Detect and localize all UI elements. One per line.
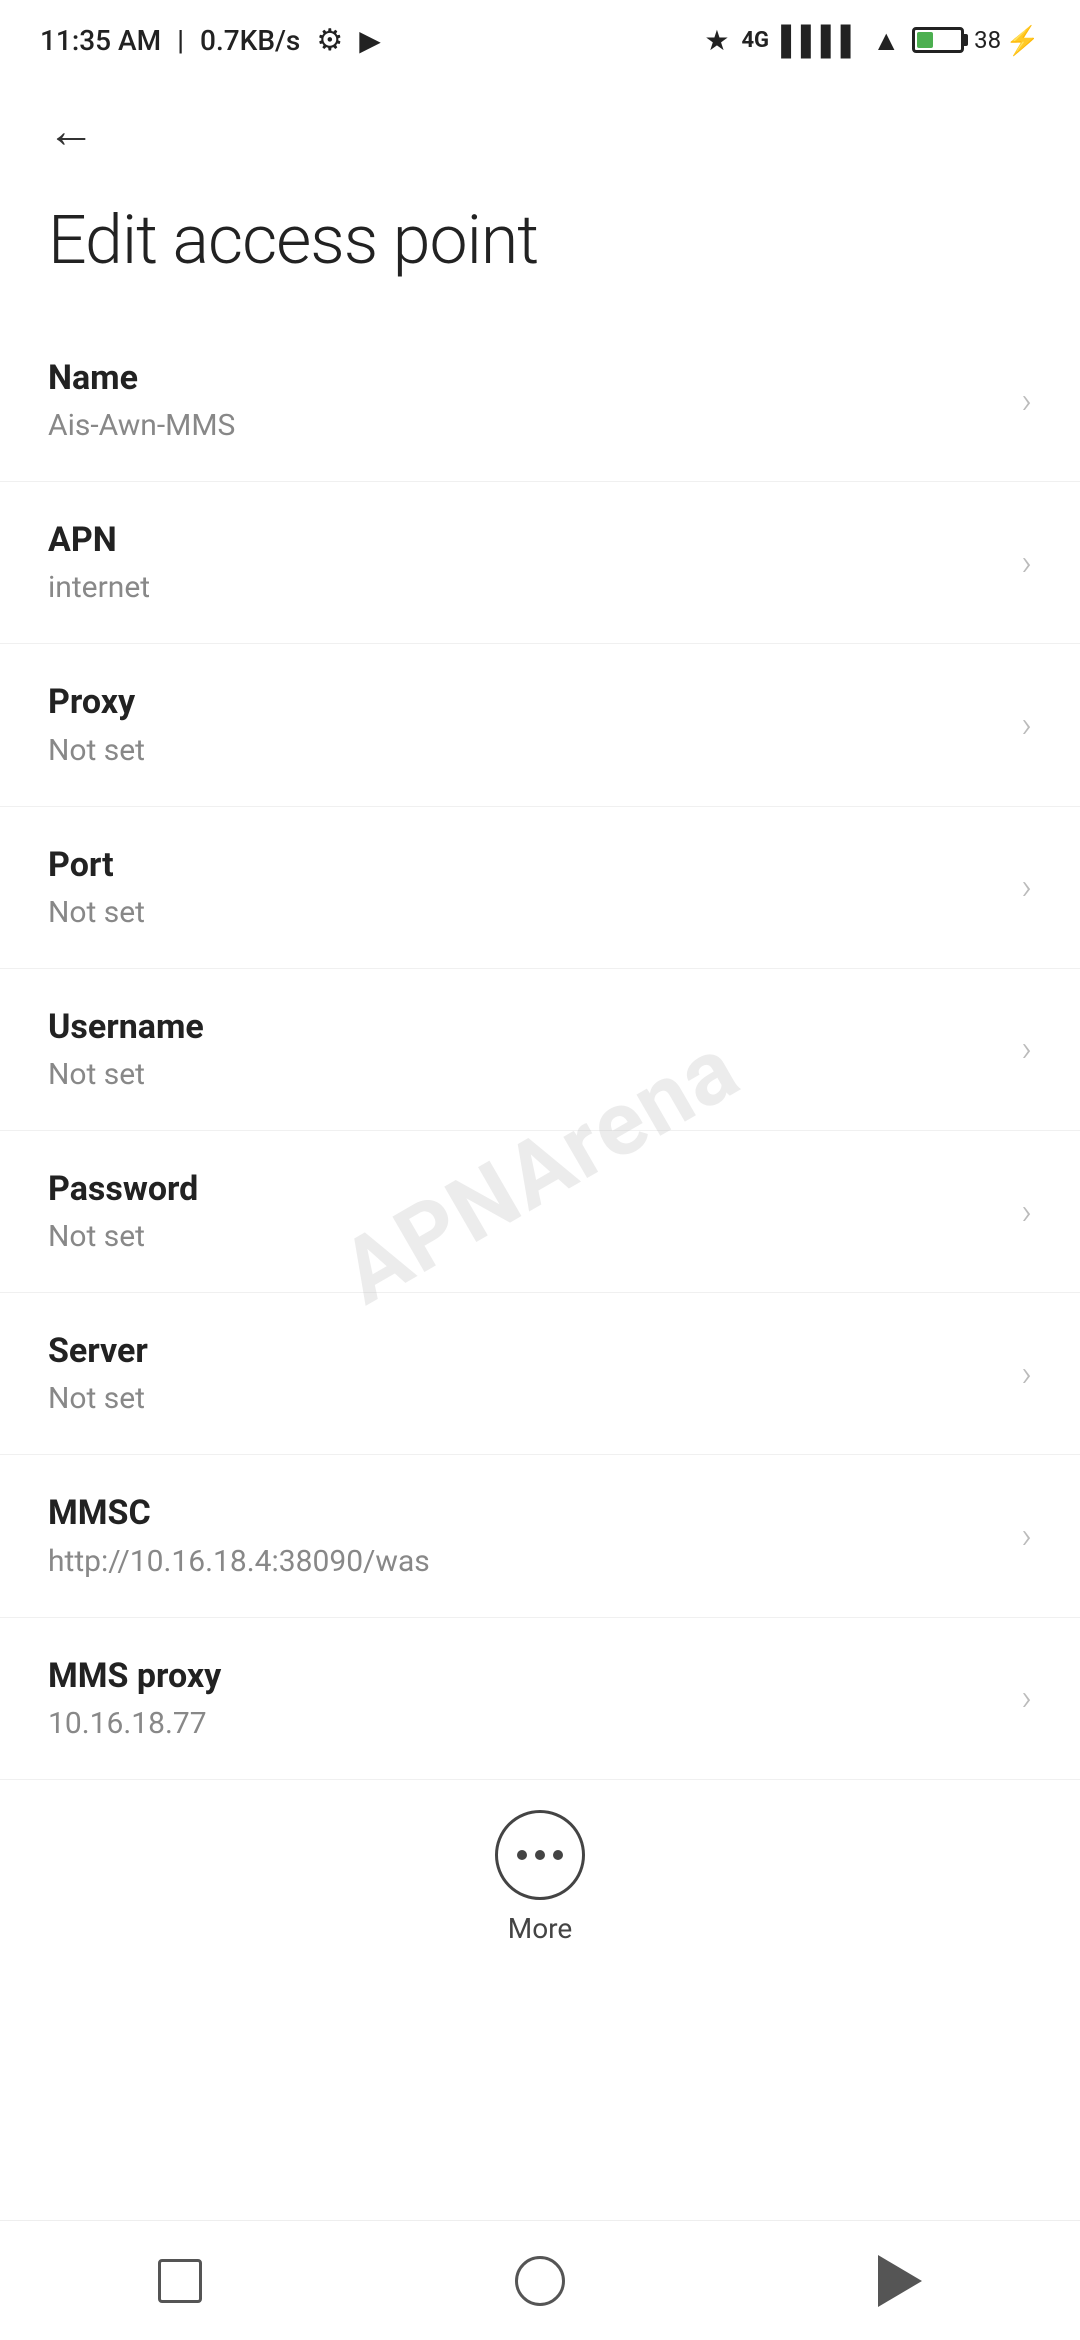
settings-item-mmsc[interactable]: MMSC http://10.16.18.4:38090/was › <box>0 1455 1080 1617</box>
time-display: 11:35 AM <box>40 24 161 57</box>
video-icon: ▶ <box>359 24 381 57</box>
chevron-icon-apn: › <box>1021 542 1032 584</box>
signal-icon: ▌▌▌▌ <box>781 24 860 57</box>
battery-indicator: 38 ⚡ <box>912 24 1040 57</box>
chevron-icon-password: › <box>1021 1191 1032 1233</box>
page-title: Edit access point <box>0 180 1080 320</box>
main-content: Edit access point Name Ais-Awn-MMS › APN… <box>0 180 1080 2095</box>
settings-value-name: Ais-Awn-MMS <box>48 406 1001 445</box>
back-button[interactable]: ← <box>36 95 106 165</box>
settings-label-apn: APN <box>48 518 1001 562</box>
network-4g-icon: 4G <box>741 28 769 53</box>
settings-value-port: Not set <box>48 893 1001 932</box>
separator: | <box>177 24 184 57</box>
settings-item-name[interactable]: Name Ais-Awn-MMS › <box>0 320 1080 482</box>
settings-label-password: Password <box>48 1167 1001 1211</box>
settings-item-server[interactable]: Server Not set › <box>0 1293 1080 1455</box>
settings-value-username: Not set <box>48 1055 1001 1094</box>
settings-label-name: Name <box>48 356 1001 400</box>
chevron-icon-mmsc: › <box>1021 1515 1032 1557</box>
top-navigation: ← <box>0 80 1080 180</box>
more-section: More <box>0 1780 1080 1975</box>
bottom-nav-bar <box>0 2220 1080 2340</box>
charging-icon: ⚡ <box>1005 24 1040 57</box>
settings-value-mms-proxy: 10.16.18.77 <box>48 1704 1001 1743</box>
settings-item-username[interactable]: Username Not set › <box>0 969 1080 1131</box>
settings-value-password: Not set <box>48 1217 1001 1256</box>
battery-percent: 38 <box>974 26 1001 54</box>
chevron-icon-mms-proxy: › <box>1021 1677 1032 1719</box>
settings-list: Name Ais-Awn-MMS › APN internet › Proxy … <box>0 320 1080 1780</box>
status-bar: 11:35 AM | 0.7KB/s ⚙ ▶ ★ 4G ▌▌▌▌ ▲ 38 ⚡ <box>0 0 1080 80</box>
more-button[interactable] <box>495 1810 585 1900</box>
status-right: ★ 4G ▌▌▌▌ ▲ 38 ⚡ <box>704 24 1040 57</box>
settings-item-password[interactable]: Password Not set › <box>0 1131 1080 1293</box>
chevron-icon-name: › <box>1021 380 1032 422</box>
settings-item-port[interactable]: Port Not set › <box>0 807 1080 969</box>
nav-back-button[interactable] <box>860 2241 940 2321</box>
settings-label-port: Port <box>48 843 1001 887</box>
settings-value-server: Not set <box>48 1379 1001 1418</box>
wifi-icon: ▲ <box>872 24 900 57</box>
speed-display: 0.7KB/s <box>200 24 300 57</box>
settings-item-proxy[interactable]: Proxy Not set › <box>0 644 1080 806</box>
nav-home-button[interactable] <box>500 2241 580 2321</box>
more-dots-icon <box>517 1850 563 1860</box>
settings-value-proxy: Not set <box>48 731 1001 770</box>
chevron-icon-proxy: › <box>1021 704 1032 746</box>
recent-apps-icon <box>158 2259 202 2303</box>
settings-item-mms-proxy[interactable]: MMS proxy 10.16.18.77 › <box>0 1618 1080 1780</box>
chevron-icon-server: › <box>1021 1353 1032 1395</box>
chevron-icon-username: › <box>1021 1028 1032 1070</box>
settings-label-username: Username <box>48 1005 1001 1049</box>
nav-recent-apps-button[interactable] <box>140 2241 220 2321</box>
settings-label-mms-proxy: MMS proxy <box>48 1654 1001 1698</box>
bluetooth-icon: ★ <box>704 24 729 57</box>
more-label: More <box>508 1912 573 1945</box>
settings-label-mmsc: MMSC <box>48 1491 1001 1535</box>
status-left: 11:35 AM | 0.7KB/s ⚙ ▶ <box>40 23 381 58</box>
home-icon <box>515 2256 565 2306</box>
back-arrow-icon: ← <box>47 102 95 159</box>
back-nav-icon <box>878 2255 922 2307</box>
settings-value-apn: internet <box>48 568 1001 607</box>
settings-icon: ⚙ <box>316 23 343 58</box>
settings-item-apn[interactable]: APN internet › <box>0 482 1080 644</box>
chevron-icon-port: › <box>1021 866 1032 908</box>
settings-label-proxy: Proxy <box>48 680 1001 724</box>
settings-label-server: Server <box>48 1329 1001 1373</box>
settings-value-mmsc: http://10.16.18.4:38090/was <box>48 1542 1001 1581</box>
